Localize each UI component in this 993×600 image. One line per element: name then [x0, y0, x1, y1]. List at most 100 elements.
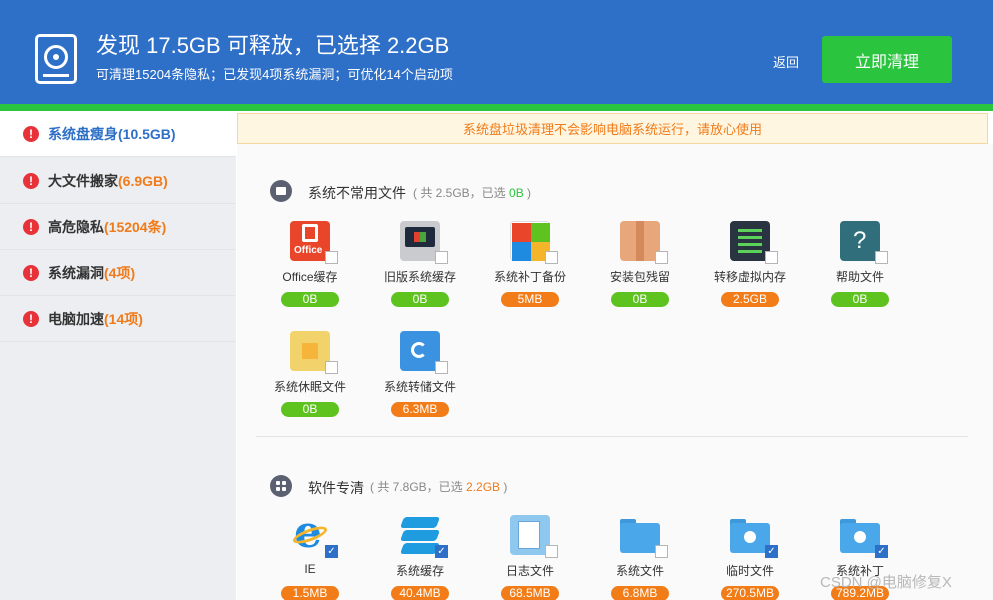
item-size-badge: 6.3MB: [391, 402, 449, 417]
item-checkbox[interactable]: [765, 251, 778, 264]
item-checkbox[interactable]: ✓: [435, 545, 448, 558]
hibernate-icon: [290, 331, 330, 371]
header: 发现 17.5GB 可释放，已选择 2.2GB 可清理15204条隐私；已发现4…: [0, 0, 993, 104]
item-checkbox[interactable]: [655, 545, 668, 558]
section-meta: ( 共 7.8GB，已选 2.2GB ): [370, 480, 508, 494]
item-size-badge: 0B: [281, 292, 339, 307]
item-size-badge: 1.5MB: [281, 586, 339, 600]
watermark: CSDN @电脑修复X: [820, 574, 952, 591]
sidebar-item-label: 高危隐私: [48, 218, 104, 235]
alert-icon: !: [23, 172, 39, 189]
section-title: 软件专清: [308, 480, 364, 496]
section-title: 系统不常用文件: [308, 185, 406, 201]
ie-icon: e: [290, 507, 330, 558]
item-name: 日志文件: [505, 564, 554, 578]
item-name: 系统文件: [615, 564, 664, 578]
cleanup-item-installer-leftovers[interactable]: 安装包残留 0B: [585, 221, 695, 321]
item-name: 旧版系统缓存: [383, 270, 456, 284]
item-size-badge: 68.5MB: [501, 586, 559, 600]
alert-icon: !: [23, 125, 39, 142]
alert-icon: !: [23, 264, 39, 281]
help-icon: ?: [840, 221, 880, 261]
item-name: 安装包残留: [609, 270, 670, 284]
item-checkbox[interactable]: ✓: [875, 545, 888, 558]
system-folder-icon: [620, 515, 660, 555]
cleanup-item-dump-file[interactable]: 系统转储文件 6.3MB: [365, 331, 475, 431]
alert-icon: !: [23, 218, 39, 235]
alert-icon: !: [23, 310, 39, 327]
item-checkbox[interactable]: [875, 251, 888, 264]
cleanup-item-hibernate-file[interactable]: 系统休眠文件 0B: [255, 331, 365, 431]
cleanup-item-old-system-cache[interactable]: 旧版系统缓存 0B: [365, 221, 475, 321]
sidebar-item-vulnerabilities[interactable]: ! 系统漏洞 (4项): [0, 250, 236, 296]
item-checkbox[interactable]: [435, 251, 448, 264]
cleanup-item-office-cache[interactable]: Office Office缓存 0B: [255, 221, 365, 321]
sidebar-item-value: (15204条): [104, 218, 167, 235]
page-title: 发现 17.5GB 可释放，已选择 2.2GB: [96, 33, 450, 58]
package-icon: [620, 221, 660, 261]
item-size-badge: 0B: [281, 402, 339, 417]
sidebar-item-value: (6.9GB): [118, 172, 168, 189]
section-divider: [256, 436, 968, 437]
sidebar-item-label: 系统漏洞: [48, 264, 104, 281]
item-name: 系统休眠文件: [273, 380, 346, 394]
cleanup-item-system-files[interactable]: 系统文件 6.8MB: [585, 515, 695, 600]
item-size-badge: 5MB: [501, 292, 559, 307]
disk-icon: [35, 34, 77, 84]
section-meta: ( 共 2.5GB，已选 0B ): [413, 186, 532, 200]
dump-icon: [400, 331, 440, 371]
cleanup-item-system-cache[interactable]: ✓ 系统缓存 40.4MB: [365, 515, 475, 600]
cleanup-item-temp-files[interactable]: ✓ 临时文件 270.5MB: [695, 515, 805, 600]
item-size-badge: 0B: [831, 292, 889, 307]
header-accent-bar: [0, 104, 993, 111]
item-checkbox[interactable]: [545, 545, 558, 558]
item-checkbox[interactable]: [325, 251, 338, 264]
item-size-badge: 40.4MB: [391, 586, 449, 600]
item-checkbox[interactable]: ✓: [765, 545, 778, 558]
sidebar-item-label: 大文件搬家: [48, 172, 118, 189]
sidebar-item-value: (14项): [104, 310, 143, 327]
patch-icon: [510, 221, 550, 261]
cleanup-item-help-files[interactable]: ? 帮助文件 0B: [805, 221, 915, 321]
sidebar-item-privacy[interactable]: ! 高危隐私 (15204条): [0, 204, 236, 250]
cleanup-item-log-files[interactable]: 日志文件 68.5MB: [475, 515, 585, 600]
sidebar-item-speedup[interactable]: ! 电脑加速 (14项): [0, 296, 236, 342]
sidebar-item-large-files[interactable]: ! 大文件搬家 (6.9GB): [0, 158, 236, 204]
cleanup-item-patch-backup[interactable]: 系统补丁备份 5MB: [475, 221, 585, 321]
patch-folder-icon: [840, 515, 880, 555]
sidebar-item-value: (4项): [104, 264, 136, 281]
item-name: 临时文件: [725, 564, 774, 578]
stack-icon: [399, 515, 441, 555]
sidebar-item-system-disk[interactable]: ! 系统盘瘦身 (10.5GB): [0, 111, 236, 157]
item-name: 帮助文件: [835, 270, 884, 284]
item-checkbox[interactable]: [545, 251, 558, 264]
item-name: 系统缓存: [395, 564, 444, 578]
item-name: IE: [304, 562, 316, 576]
item-checkbox[interactable]: [325, 361, 338, 374]
folder-icon: [270, 180, 292, 202]
sidebar-item-label: 系统盘瘦身: [48, 125, 118, 142]
cleanup-item-ie[interactable]: e ✓ IE 1.5MB: [255, 507, 365, 600]
virtual-memory-icon: [730, 221, 770, 261]
page-subtitle: 可清理15204条隐私；已发现4项系统漏洞；可优化14个启动项: [96, 67, 453, 82]
item-checkbox[interactable]: ✓: [325, 545, 338, 558]
notice-banner: 系统盘垃圾清理不会影响电脑系统运行，请放心使用: [237, 113, 988, 144]
apps-icon: [270, 475, 292, 497]
item-size-badge: 270.5MB: [721, 586, 779, 600]
office-icon: Office: [290, 221, 330, 261]
item-checkbox[interactable]: [435, 361, 448, 374]
item-name: 系统补丁备份: [493, 270, 566, 284]
cleanup-item-virtual-memory[interactable]: 转移虚拟内存 2.5GB: [695, 221, 805, 321]
sidebar: ! 系统盘瘦身 (10.5GB) ! 大文件搬家 (6.9GB) ! 高危隐私 (15…: [0, 111, 236, 600]
item-size-badge: 2.5GB: [721, 292, 779, 307]
back-link[interactable]: 返回: [773, 52, 799, 71]
clean-now-button[interactable]: 立即清理: [822, 36, 952, 83]
item-size-badge: 6.8MB: [611, 586, 669, 600]
item-size-badge: 0B: [391, 292, 449, 307]
temp-folder-icon: [730, 515, 770, 555]
item-name: 转移虚拟内存: [713, 270, 786, 284]
item-checkbox[interactable]: [655, 251, 668, 264]
log-icon: [510, 515, 550, 555]
item-size-badge: 0B: [611, 292, 669, 307]
item-name: 系统转储文件: [383, 380, 456, 394]
